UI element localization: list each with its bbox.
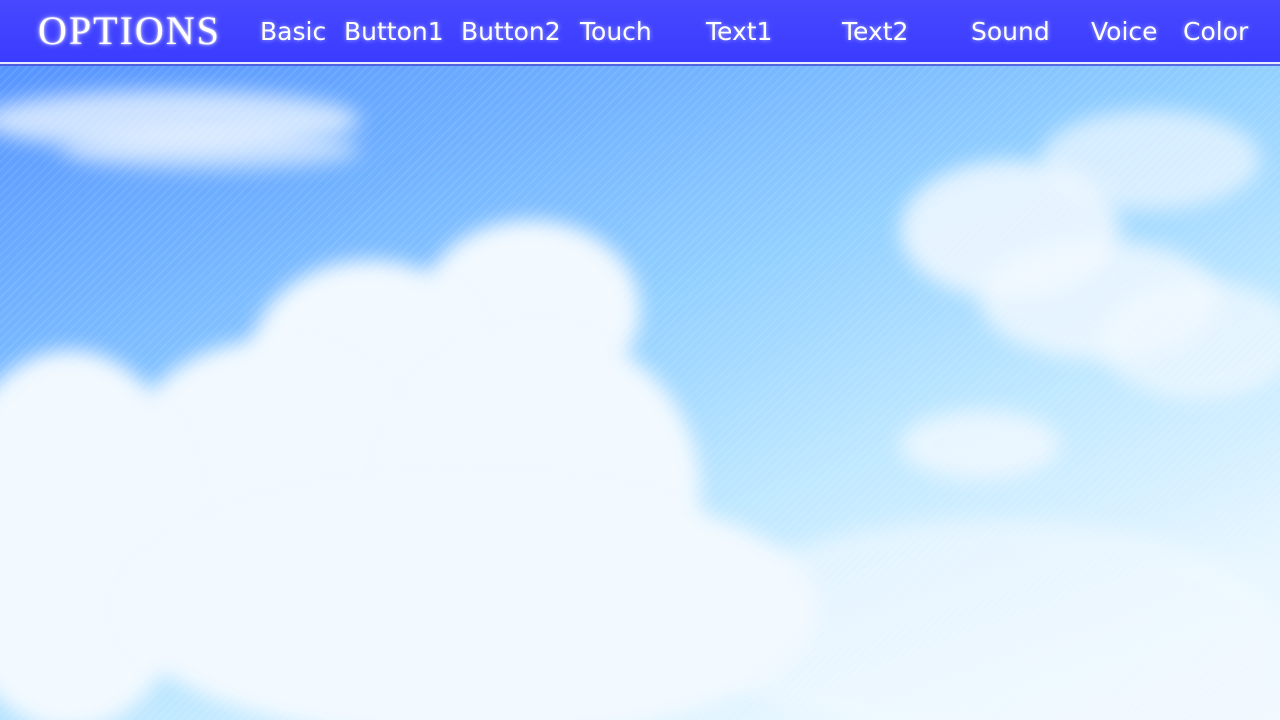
options-header-bar: OPTIONS Basic Button1 Button2 Touch Text… bbox=[0, 0, 1280, 62]
cloud-shape bbox=[1100, 280, 1280, 400]
tab-basic[interactable]: Basic bbox=[260, 14, 326, 50]
tab-touch[interactable]: Touch bbox=[580, 14, 652, 50]
tab-button2[interactable]: Button2 bbox=[461, 14, 561, 50]
tab-voice[interactable]: Voice bbox=[1091, 14, 1158, 50]
cloud-shape bbox=[700, 520, 1280, 720]
cloud-shape bbox=[60, 130, 360, 170]
options-title: OPTIONS bbox=[38, 8, 221, 53]
sky-background bbox=[0, 0, 1280, 720]
tab-sound[interactable]: Sound bbox=[971, 14, 1050, 50]
cloud-shape bbox=[1040, 110, 1260, 210]
cloud-shape bbox=[900, 410, 1060, 480]
tab-text1[interactable]: Text1 bbox=[706, 14, 772, 50]
tab-color[interactable]: Color bbox=[1183, 14, 1248, 50]
tab-button1[interactable]: Button1 bbox=[344, 14, 444, 50]
tab-text2[interactable]: Text2 bbox=[842, 14, 908, 50]
